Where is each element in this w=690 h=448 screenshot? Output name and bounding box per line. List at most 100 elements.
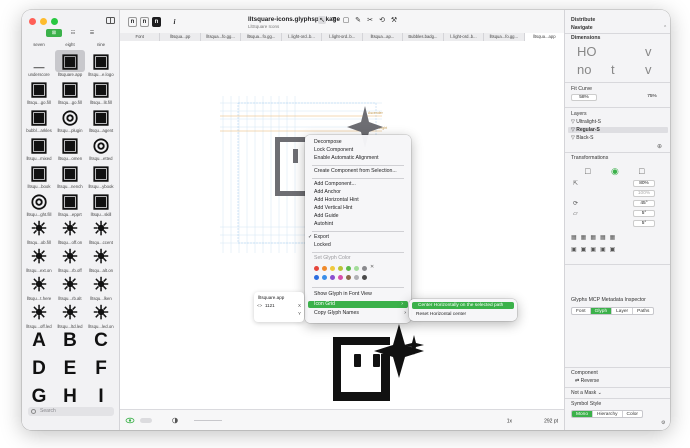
slant-y-input[interactable]: 5° bbox=[633, 220, 655, 227]
preview-size[interactable]: 1x bbox=[507, 419, 513, 425]
glyph-cell[interactable]: G bbox=[24, 386, 54, 405]
search-input[interactable]: Search bbox=[28, 407, 114, 416]
glyph-cell[interactable]: ☀ lltsqu...rb.alt bbox=[55, 274, 85, 304]
color-swatch[interactable] bbox=[338, 266, 343, 271]
reverse-button[interactable]: ⇄ Reverse bbox=[575, 378, 599, 384]
glyph-cell[interactable]: ◎ lltsqu...etted bbox=[86, 134, 116, 164]
tab-mono[interactable]: Mono bbox=[572, 411, 592, 417]
tab-glyph[interactable]: lltsqua...fo.gg... bbox=[240, 33, 281, 41]
tab-glyph[interactable]: l..light-ord..b... bbox=[321, 33, 362, 41]
fit-curve-low-input[interactable]: 58% bbox=[571, 94, 597, 101]
glyph-cell[interactable]: ◎ lltsqu...ght.fill bbox=[24, 190, 54, 220]
tab-paths[interactable]: Paths bbox=[632, 308, 653, 314]
menu-item-reset-center[interactable]: Reset Horizontal center bbox=[409, 311, 515, 318]
menu-item-icon-grid[interactable]: Icon Grid › bbox=[308, 301, 408, 308]
color-swatch[interactable] bbox=[346, 266, 351, 271]
list-view-button[interactable]: ☷ bbox=[65, 29, 81, 37]
sidebar-toggle-icon[interactable] bbox=[106, 17, 115, 24]
rotate-input[interactable]: 45° bbox=[633, 200, 655, 207]
menu-item-center-horizontally[interactable]: Center Horizontally on the selected path bbox=[412, 302, 514, 309]
menu-item-lock-component[interactable]: Lock Component bbox=[305, 147, 411, 154]
zoom-button[interactable] bbox=[51, 18, 58, 25]
glyph-cell[interactable]: I bbox=[86, 386, 116, 405]
menu-item-show-in-font-view[interactable]: Show Glyph in Font View bbox=[305, 291, 411, 298]
scale-y-input[interactable]: 100% bbox=[633, 190, 655, 197]
color-swatch[interactable] bbox=[338, 275, 343, 280]
minimize-button[interactable] bbox=[40, 18, 47, 25]
glyph-cell[interactable]: ▣ lltsqu...mixed bbox=[24, 134, 54, 164]
distribute-header[interactable]: Distribute bbox=[571, 17, 595, 23]
tab-font[interactable]: Font bbox=[572, 308, 590, 314]
layer-item-ultralight[interactable]: ▽ Ultralight-S bbox=[571, 119, 667, 125]
color-swatch[interactable] bbox=[362, 275, 367, 280]
glyph-cell[interactable]: ☀ lltsqu...alt.on bbox=[86, 246, 116, 276]
color-swatch[interactable] bbox=[346, 275, 351, 280]
color-swatch[interactable] bbox=[330, 266, 335, 271]
menu-item-locked[interactable]: Locked bbox=[305, 242, 411, 249]
glyph-cell[interactable]: F bbox=[86, 358, 116, 388]
menu-view-button[interactable]: ☰ bbox=[84, 29, 100, 37]
tab-active-glyph[interactable]: lltsqua...app bbox=[523, 33, 564, 41]
glyph-cell[interactable]: ☀ lltsqu...t.here bbox=[24, 274, 54, 304]
glyph-cell[interactable]: ▣ lltsqu...e.logo bbox=[86, 50, 116, 80]
glyph-cell[interactable]: ▣ lltsqu...nench bbox=[55, 162, 85, 192]
glyph-cell[interactable]: D bbox=[24, 358, 54, 388]
chevron-up-icon[interactable]: ⌃ bbox=[663, 25, 667, 31]
glyph-cell[interactable]: ▣ lltsqu...ybook bbox=[86, 162, 116, 192]
glyph-cell[interactable]: E bbox=[55, 358, 85, 388]
popup-unicode[interactable]: 1121 bbox=[265, 303, 275, 308]
knife-tool-icon[interactable]: ✂ bbox=[366, 16, 374, 24]
glyph-cell[interactable]: ☀ lltsqu...lken bbox=[86, 274, 116, 304]
layer-item-regular[interactable]: ▽ Regular-S bbox=[568, 127, 668, 133]
preview-toggle[interactable] bbox=[140, 418, 152, 423]
zoom-level[interactable]: 292 pt bbox=[544, 419, 559, 425]
glyph-cell[interactable]: ▣ lltsqu...skill bbox=[86, 190, 116, 220]
fit-curve-high-input[interactable]: 75% bbox=[639, 94, 665, 101]
glyph-cell[interactable]: B bbox=[55, 330, 85, 360]
font-n-light-button[interactable]: n bbox=[128, 17, 137, 27]
tab-glyph[interactable]: lltsqua...fo.gg... bbox=[199, 33, 241, 41]
layer-item-black[interactable]: ▽ Black-S bbox=[571, 135, 667, 141]
menu-item-add-component[interactable]: Add Component... bbox=[305, 181, 411, 188]
glyph-cell[interactable]: ▣ lltsqu...lit.fill bbox=[86, 78, 116, 108]
eye-icon[interactable] bbox=[125, 417, 135, 424]
grid-view-button[interactable]: ⊠ bbox=[46, 29, 62, 37]
info-icon[interactable]: i bbox=[170, 17, 179, 27]
boolean-buttons-row[interactable]: ▣▣▣▣▣ bbox=[571, 246, 619, 253]
glyph-cell[interactable]: ☀ lltsqu...off.led bbox=[24, 302, 54, 332]
tab-layer[interactable]: Layer bbox=[611, 308, 632, 314]
glyph-cell[interactable]: ☀ lltsqu...off.on bbox=[55, 218, 85, 248]
shape-tool-icon[interactable]: ▢ bbox=[342, 16, 350, 24]
tab-font[interactable]: Font bbox=[120, 33, 160, 41]
clear-color-icon[interactable]: ✕ bbox=[370, 264, 374, 270]
rotate-tool-icon[interactable]: ⟲ bbox=[378, 16, 386, 24]
menu-item-autohint[interactable]: Autohint bbox=[305, 221, 411, 228]
scale-input[interactable]: 80% bbox=[633, 180, 655, 187]
menu-item-add-guide[interactable]: Add Guide bbox=[305, 213, 411, 220]
color-swatch[interactable] bbox=[362, 266, 367, 271]
glyph-cell[interactable]: ☀ lltsqu...ltd.led bbox=[55, 302, 85, 332]
dimensions-header[interactable]: Dimensions bbox=[571, 35, 600, 41]
menu-item-add-vertical-hint[interactable]: Add Vertical Hint bbox=[305, 205, 411, 212]
color-swatch[interactable] bbox=[322, 266, 327, 271]
navigate-header[interactable]: Navigate bbox=[571, 25, 593, 31]
text-tool-icon[interactable]: T bbox=[330, 17, 338, 24]
pen-tool-icon[interactable]: ✎ bbox=[354, 16, 362, 24]
glyph-cell[interactable]: H bbox=[55, 386, 85, 405]
glyph-cell[interactable]: ☀ lltsqu...rb.off bbox=[55, 246, 85, 276]
menu-item-create-component[interactable]: Create Component from Selection... bbox=[305, 168, 411, 175]
hammer-tool-icon[interactable]: ⚒ bbox=[390, 16, 398, 24]
glyph-cell[interactable]: A bbox=[24, 330, 54, 360]
glyph-cell[interactable]: ▣ lltsquare.app bbox=[55, 50, 85, 80]
font-n-bold-button[interactable]: n bbox=[152, 17, 161, 27]
color-swatch[interactable] bbox=[314, 275, 319, 280]
glyph-cell[interactable]: C bbox=[86, 330, 116, 360]
color-swatch[interactable] bbox=[314, 266, 319, 271]
color-swatch[interactable] bbox=[354, 266, 359, 271]
glyph-cell[interactable]: ▣ lltsqu...book bbox=[24, 162, 54, 192]
add-layer-icon[interactable]: ⊕ bbox=[657, 143, 662, 150]
menu-item-copy-glyph-names[interactable]: Copy Glyph Names › bbox=[305, 310, 411, 317]
tab-glyph[interactable]: l..light-ord..b... bbox=[442, 33, 484, 41]
close-button[interactable] bbox=[29, 18, 36, 25]
glyph-cell[interactable]: ☀ lltsqu...ccent bbox=[86, 218, 116, 248]
